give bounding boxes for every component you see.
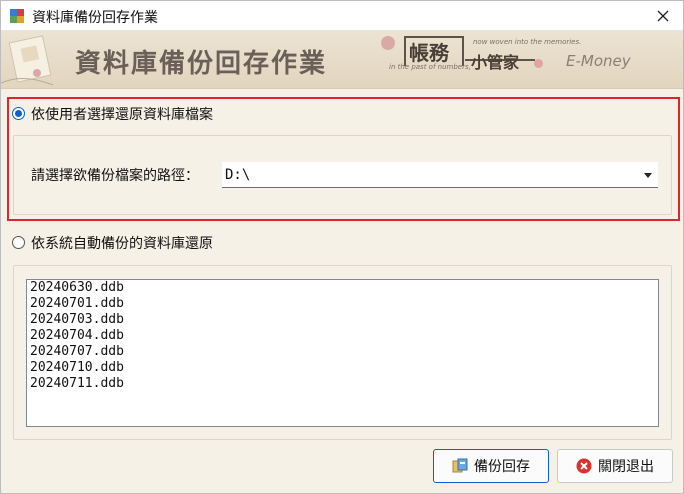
list-item[interactable]: 20240630.ddb: [27, 280, 658, 296]
decor-dot: [381, 36, 395, 50]
user-select-radio[interactable]: [12, 107, 25, 120]
close-circle-icon: [576, 458, 592, 474]
notebook-illustration-icon: [1, 35, 54, 86]
close-window-button[interactable]: [643, 1, 683, 31]
restore-button-label: 備份回存: [474, 459, 530, 475]
database-app-icon: [10, 9, 24, 23]
backup-file-list[interactable]: 20240630.ddb 20240701.ddb 20240703.ddb 2…: [26, 279, 659, 427]
list-item[interactable]: 20240703.ddb: [27, 312, 658, 328]
brand-subtitle: 小管家: [471, 53, 520, 72]
list-item[interactable]: 20240710.ddb: [27, 360, 658, 376]
path-combobox[interactable]: D:\: [222, 162, 658, 188]
brand-tagline-2: in the past of numbers,: [389, 63, 471, 71]
list-item[interactable]: 20240704.ddb: [27, 328, 658, 344]
restore-dialog: 資料庫備份回存作業 資料庫備份回存作業 帳務 now woven into th…: [0, 0, 684, 494]
path-value: D:\: [225, 167, 251, 183]
decor-dot-small: [534, 59, 543, 68]
brand-tagline-1: now woven into the memories.: [473, 38, 582, 46]
exit-button-label: 關閉退出: [598, 459, 654, 475]
restore-button[interactable]: 備份回存: [433, 449, 549, 483]
close-icon: [657, 10, 669, 22]
list-item[interactable]: 20240711.ddb: [27, 376, 658, 392]
title-bar: 資料庫備份回存作業: [1, 1, 683, 31]
chevron-down-icon[interactable]: [644, 173, 652, 178]
user-select-label[interactable]: 依使用者選擇還原資料庫檔案: [31, 104, 213, 124]
exit-button[interactable]: 關閉退出: [557, 449, 673, 483]
database-restore-icon: [452, 458, 468, 473]
brand-emoney: E-Money: [566, 52, 631, 70]
brand-name: 帳務: [409, 41, 449, 65]
auto-backup-radio[interactable]: [12, 236, 25, 249]
list-item[interactable]: 20240707.ddb: [27, 344, 658, 360]
window-title: 資料庫備份回存作業: [32, 10, 158, 26]
path-label: 請選擇欲備份檔案的路徑：: [31, 168, 199, 184]
list-item[interactable]: 20240701.ddb: [27, 296, 658, 312]
header-banner: 資料庫備份回存作業 帳務 now woven into the memories…: [1, 31, 683, 89]
auto-backup-label[interactable]: 依系統自動備份的資料庫還原: [31, 233, 213, 253]
banner-title: 資料庫備份回存作業: [75, 49, 328, 79]
